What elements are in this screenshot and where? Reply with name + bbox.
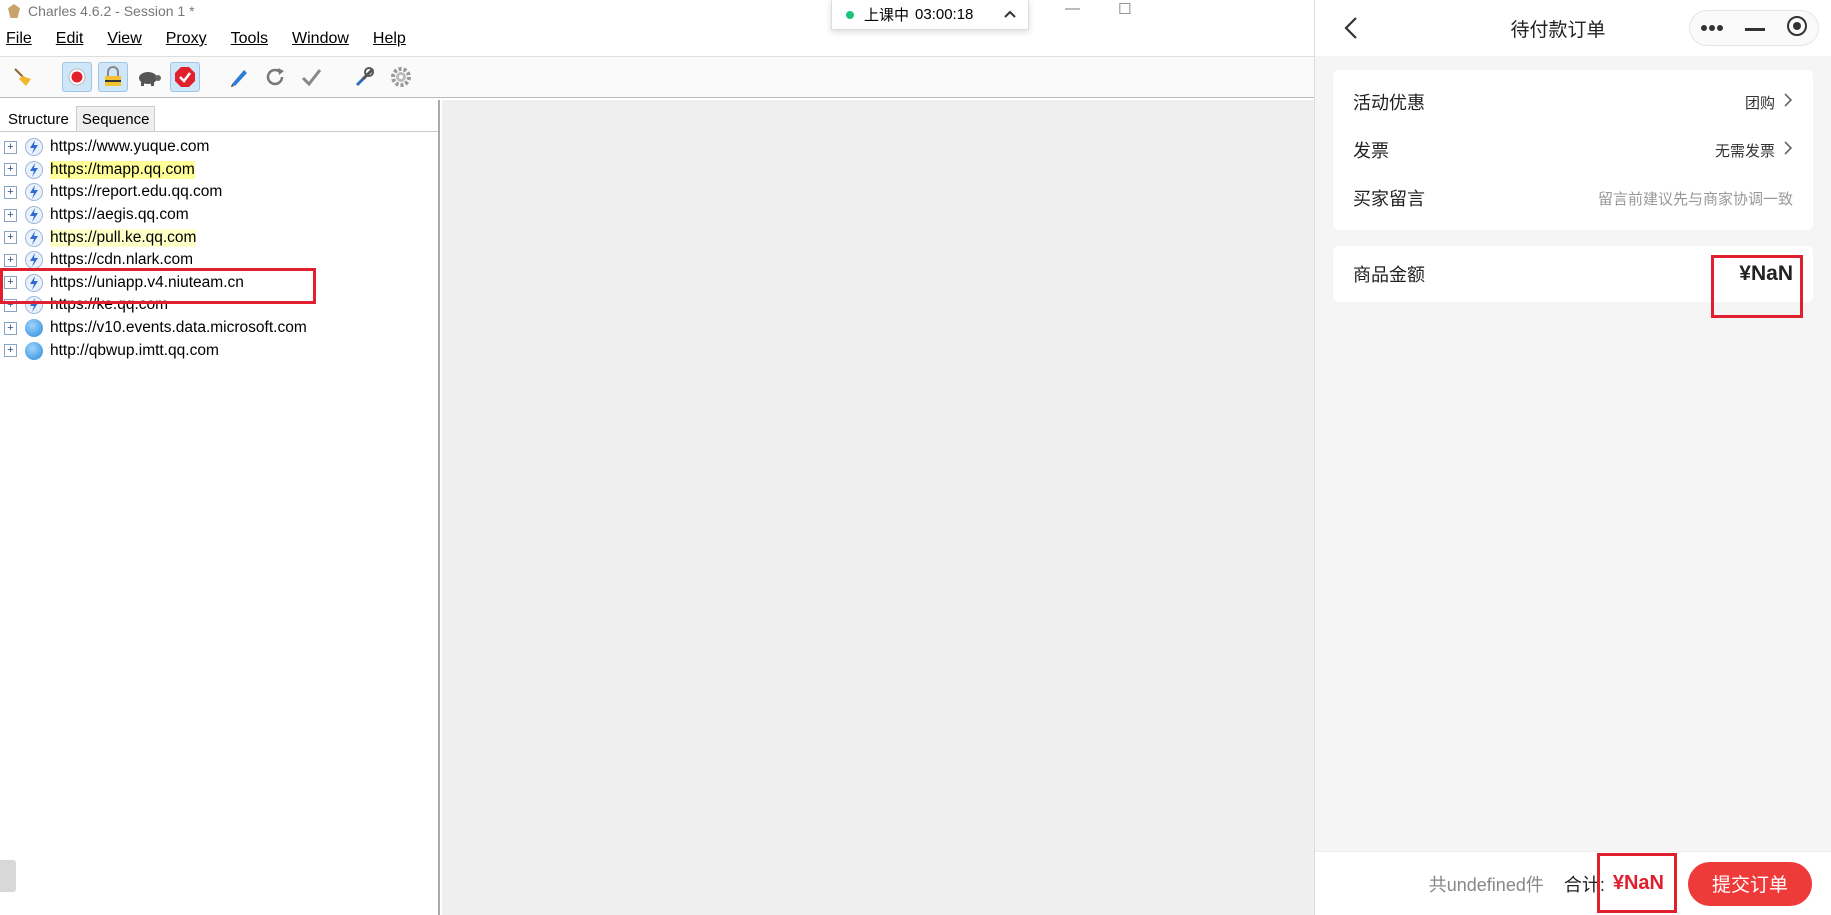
annotation-box-total	[1597, 853, 1677, 913]
host-url: https://aegis.qq.com	[50, 206, 189, 224]
menu-help[interactable]: Help	[373, 30, 418, 48]
host-row[interactable]: + https://pull.ke.qq.com	[0, 226, 438, 249]
mini-program-panel: 待付款订单 活动优惠 团购 发票 无需发票 买家留言 留言前建议先与商家协调一致…	[1314, 0, 1831, 915]
host-row[interactable]: + https://report.edu.qq.com	[0, 181, 438, 204]
expand-plus-icon[interactable]: +	[4, 344, 17, 358]
charles-logo-icon	[8, 4, 20, 18]
buyer-message-row: 买家留言 留言前建议先与商家协调一致	[1333, 174, 1813, 222]
minimize-capsule-icon[interactable]	[1744, 19, 1765, 37]
expand-plus-icon[interactable]: +	[4, 208, 17, 222]
throttle-turtle-icon[interactable]	[134, 62, 164, 92]
host-tree: + https://www.yuque.com + https://tmapp.qq.…	[0, 132, 438, 362]
back-arrow-icon[interactable]	[1343, 16, 1359, 45]
menu-edit[interactable]: Edit	[56, 30, 96, 48]
page-title: 待付款订单	[1510, 19, 1606, 41]
chevron-up-icon[interactable]	[1002, 6, 1018, 26]
expand-plus-icon[interactable]: +	[4, 140, 17, 154]
buyer-message-label: 买家留言	[1353, 189, 1425, 209]
globe-icon	[25, 319, 43, 338]
buyer-message-input[interactable]: 留言前建议先与商家协调一致	[1598, 188, 1793, 209]
host-row[interactable]: + https://v10.events.data.microsoft.com	[0, 317, 438, 340]
view-tabs: Structure Sequence	[0, 100, 438, 132]
expand-plus-icon[interactable]: +	[4, 163, 17, 177]
window-title: Charles 4.6.2 - Session 1 *	[28, 3, 195, 19]
globe-icon	[25, 341, 43, 360]
repeat-icon[interactable]	[260, 62, 290, 92]
order-options-card: 活动优惠 团购 发票 无需发票 买家留言 留言前建议先与商家协调一致	[1333, 70, 1813, 230]
promotion-value: 团购	[1745, 92, 1793, 113]
settings-gear-icon[interactable]	[386, 62, 416, 92]
host-url: https://v10.events.data.microsoft.com	[50, 319, 307, 337]
menu-proxy[interactable]: Proxy	[166, 30, 219, 48]
order-footer: 共undefined件 合计: ¥NaN 提交订单	[1315, 851, 1831, 915]
breakpoint-icon[interactable]	[170, 62, 200, 92]
compose-pen-icon[interactable]	[224, 62, 254, 92]
goods-amount-label: 商品金额	[1353, 265, 1425, 285]
promotion-label: 活动优惠	[1353, 93, 1425, 113]
host-row[interactable]: + http://qbwup.imtt.qq.com	[0, 339, 438, 362]
menu-tools[interactable]: Tools	[231, 30, 280, 48]
tab-sequence[interactable]: Sequence	[75, 106, 156, 131]
scroll-handle[interactable]	[0, 860, 16, 892]
invoice-value: 无需发票	[1715, 140, 1793, 161]
structure-panel: Structure Sequence + https://www.yuque.co…	[0, 100, 440, 915]
menu-file[interactable]: File	[6, 30, 44, 48]
promotion-row[interactable]: 活动优惠 团购	[1333, 78, 1813, 126]
minimize-icon[interactable]: —	[1065, 0, 1080, 17]
close-target-icon[interactable]	[1786, 15, 1808, 42]
host-url: https://tmapp.qq.com	[50, 160, 195, 179]
timer-status: 上课中	[864, 7, 910, 24]
submit-order-button[interactable]: 提交订单	[1688, 861, 1812, 906]
chevron-right-icon	[1783, 93, 1793, 111]
lightning-icon	[25, 183, 43, 202]
lightning-icon	[25, 251, 43, 270]
item-count: 共undefined件	[1428, 874, 1544, 895]
expand-plus-icon[interactable]: +	[4, 231, 17, 245]
invoice-label: 发票	[1353, 141, 1389, 161]
lightning-icon	[25, 228, 43, 247]
ssl-lock-icon[interactable]	[98, 62, 128, 92]
host-row[interactable]: + https://tmapp.qq.com	[0, 159, 438, 182]
host-url: https://report.edu.qq.com	[50, 183, 223, 201]
tools-icon[interactable]	[350, 62, 380, 92]
annotation-box-goods-amount	[1711, 255, 1803, 318]
mp-nav-bar: 待付款订单	[1315, 0, 1831, 56]
record-icon[interactable]	[62, 62, 92, 92]
host-url: https://cdn.nlark.com	[50, 251, 194, 269]
host-row[interactable]: + https://www.yuque.com	[0, 136, 438, 159]
lightning-icon	[25, 138, 43, 157]
expand-plus-icon[interactable]: +	[4, 185, 17, 199]
host-url: https://pull.ke.qq.com	[50, 228, 197, 247]
lightning-icon	[25, 160, 43, 179]
host-url: https://www.yuque.com	[50, 138, 210, 156]
expand-plus-icon[interactable]: +	[4, 253, 17, 267]
class-timer-popup: 上课中 03:00:18	[831, 0, 1029, 30]
broom-icon[interactable]	[8, 62, 38, 92]
tab-structure[interactable]: Structure	[2, 106, 75, 131]
host-url: http://qbwup.imtt.qq.com	[50, 341, 219, 359]
lightning-icon	[25, 206, 43, 225]
validate-check-icon[interactable]	[296, 62, 326, 92]
menu-view[interactable]: View	[107, 30, 153, 48]
expand-plus-icon[interactable]: +	[4, 321, 17, 335]
chevron-right-icon	[1783, 141, 1793, 159]
live-status-dot-icon	[846, 10, 854, 19]
menu-window[interactable]: Window	[292, 30, 361, 48]
invoice-row[interactable]: 发票 无需发票	[1333, 126, 1813, 174]
host-row[interactable]: + https://aegis.qq.com	[0, 204, 438, 227]
timer-time: 03:00:18	[915, 6, 974, 23]
maximize-icon[interactable]: ☐	[1118, 0, 1131, 18]
annotation-box-host	[0, 268, 316, 304]
more-dots-icon[interactable]	[1700, 19, 1724, 37]
mp-capsule	[1689, 10, 1819, 46]
